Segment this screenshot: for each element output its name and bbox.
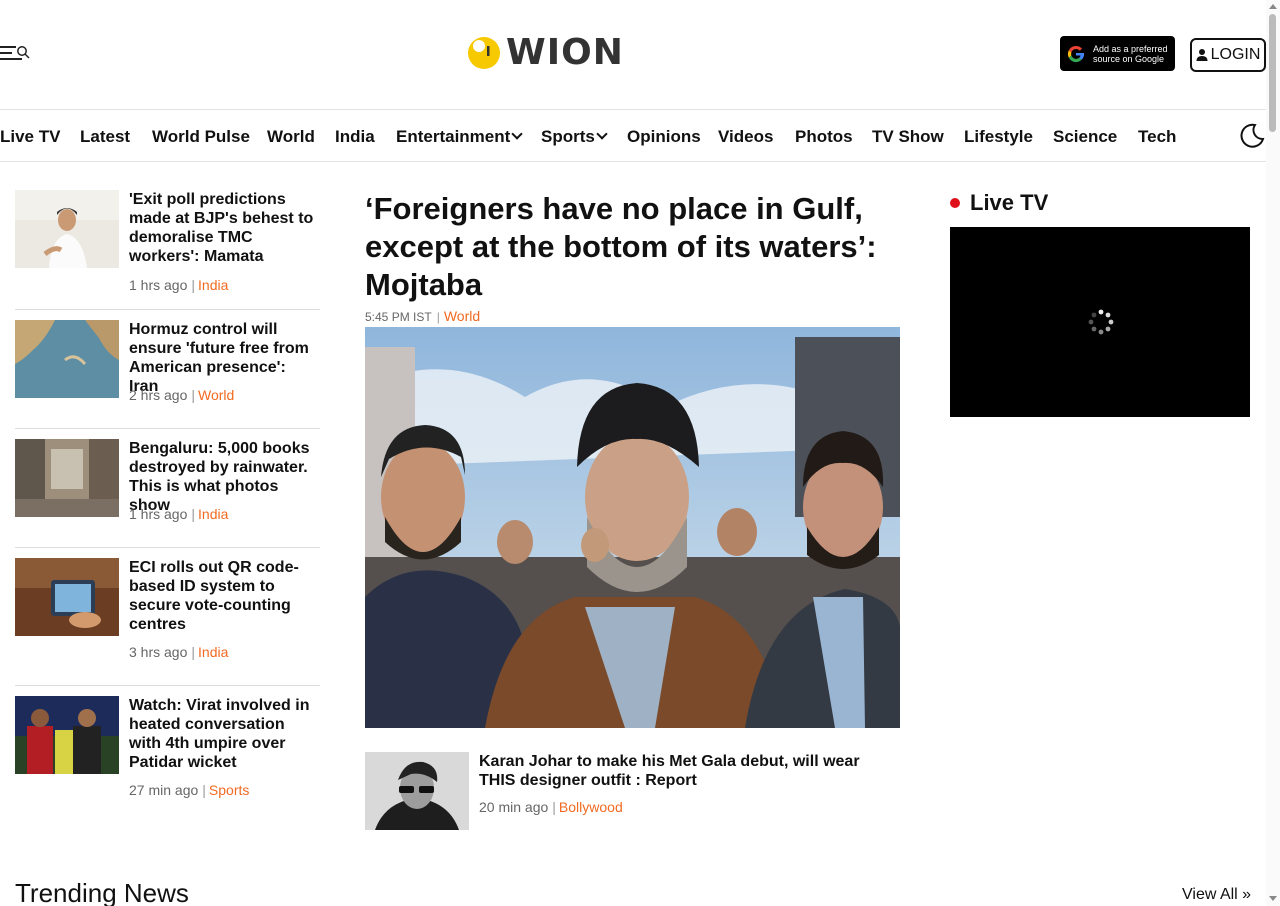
wion-logo-icon xyxy=(468,37,500,69)
sidebar-stories: 'Exit poll predictions made at BJP's beh… xyxy=(15,190,320,806)
nav-item-science[interactable]: Science xyxy=(1053,127,1117,147)
scrollbar[interactable] xyxy=(1266,0,1280,906)
login-label: LOGIN xyxy=(1210,46,1261,63)
logo-text: WION xyxy=(506,32,624,73)
story-time: 27 min ago xyxy=(129,782,199,798)
story-title[interactable]: Karan Johar to make his Met Gala debut, … xyxy=(479,752,899,790)
nav-item-world-pulse[interactable]: World Pulse xyxy=(152,127,250,147)
story-title[interactable]: Watch: Virat involved in heated conversa… xyxy=(129,696,319,772)
dark-mode-moon-icon[interactable] xyxy=(1238,122,1266,150)
trending-heading: Trending News xyxy=(15,878,189,906)
story-thumbnail[interactable] xyxy=(365,752,469,830)
story-time: 1 hrs ago xyxy=(129,506,188,522)
story-time: 3 hrs ago xyxy=(129,644,188,660)
nav-item-tech[interactable]: Tech xyxy=(1138,127,1176,147)
story-time: 20 min ago xyxy=(479,799,549,815)
story-meta: 2 hrs ago | World xyxy=(129,387,235,403)
list-item: Bengaluru: 5,000 books destroyed by rain… xyxy=(15,439,320,548)
google-icon xyxy=(1067,45,1085,62)
nav-item-videos[interactable]: Videos xyxy=(718,127,773,147)
google-badge-text: Add as a preferred source on Google xyxy=(1093,43,1168,64)
story-meta: 1 hrs ago | India xyxy=(129,506,229,522)
nav-item-tv-show[interactable]: TV Show xyxy=(872,127,944,147)
loading-spinner-icon xyxy=(1088,309,1114,335)
story-category[interactable]: India xyxy=(198,506,228,522)
live-dot-icon xyxy=(950,198,960,208)
story-title[interactable]: 'Exit poll predictions made at BJP's beh… xyxy=(129,190,319,266)
scrollbar-thumb[interactable] xyxy=(1269,14,1276,132)
nav-item-latest[interactable]: Latest xyxy=(80,127,130,147)
story-category[interactable]: Bollywood xyxy=(559,799,623,815)
story-thumbnail[interactable] xyxy=(15,320,119,398)
story-category[interactable]: India xyxy=(198,277,228,293)
menu-search-button[interactable] xyxy=(0,44,32,64)
nav-item-sports[interactable]: Sports xyxy=(541,127,608,147)
hero-image[interactable] xyxy=(365,327,900,728)
story-title[interactable]: Hormuz control will ensure 'future free … xyxy=(129,320,319,396)
story-thumbnail[interactable] xyxy=(15,190,119,268)
list-item: Hormuz control will ensure 'future free … xyxy=(15,320,320,429)
site-logo[interactable]: WION xyxy=(466,32,626,74)
story-category[interactable]: World xyxy=(198,387,234,403)
live-video-player[interactable] xyxy=(950,227,1250,417)
nav-item-sports-label: Sports xyxy=(541,127,595,146)
login-button[interactable]: LOGIN xyxy=(1190,38,1266,72)
search-icon xyxy=(17,46,30,59)
story-meta: 3 hrs ago | India xyxy=(129,644,229,660)
site-header: WION Add as a preferred source on Google… xyxy=(0,0,1266,110)
google-preferred-source-badge[interactable]: Add as a preferred source on Google xyxy=(1060,36,1175,71)
nav-item-live-tv[interactable]: Live TV xyxy=(0,127,60,147)
live-tv-heading[interactable]: Live TV xyxy=(950,190,1048,216)
story-time: 1 hrs ago xyxy=(129,277,188,293)
scroll-down-arrow-icon[interactable] xyxy=(1269,896,1277,901)
story-meta: 27 min ago | Sports xyxy=(129,782,250,798)
list-item: 'Exit poll predictions made at BJP's beh… xyxy=(15,190,320,310)
story-category[interactable]: India xyxy=(198,644,228,660)
chevron-down-icon xyxy=(596,128,608,140)
story-thumbnail[interactable] xyxy=(15,558,119,636)
user-icon xyxy=(1196,49,1208,61)
main-story: ‘Foreigners have no place in Gulf, excep… xyxy=(365,190,900,830)
headline-category[interactable]: World xyxy=(444,308,480,324)
headline-meta: 5:45 PM IST | World xyxy=(365,308,481,324)
page-title[interactable]: ‘Foreigners have no place in Gulf, excep… xyxy=(365,190,900,304)
nav-item-photos[interactable]: Photos xyxy=(795,127,853,147)
nav-item-entertainment[interactable]: Entertainment xyxy=(396,127,523,147)
story-time: 2 hrs ago xyxy=(129,387,188,403)
live-tv-title: Live TV xyxy=(970,190,1049,215)
headline-time: 5:45 PM IST xyxy=(365,310,432,324)
story-title[interactable]: ECI rolls out QR code-based ID system to… xyxy=(129,558,319,634)
hamburger-icon-line xyxy=(0,52,12,54)
main-nav: Live TV Latest World Pulse World India E… xyxy=(0,110,1266,162)
hamburger-icon xyxy=(0,46,16,48)
story-meta: 20 min ago | Bollywood xyxy=(479,799,623,815)
story-category[interactable]: Sports xyxy=(209,782,249,798)
list-item: Karan Johar to make his Met Gala debut, … xyxy=(365,752,900,830)
story-title[interactable]: Bengaluru: 5,000 books destroyed by rain… xyxy=(129,439,319,515)
list-item: Watch: Virat involved in heated conversa… xyxy=(15,696,320,806)
view-all-link[interactable]: View All » xyxy=(1182,886,1251,904)
nav-item-opinions[interactable]: Opinions xyxy=(627,127,701,147)
story-thumbnail[interactable] xyxy=(15,696,119,774)
nav-item-entertainment-label: Entertainment xyxy=(396,127,511,146)
scroll-up-arrow-icon[interactable] xyxy=(1269,4,1277,9)
list-item: ECI rolls out QR code-based ID system to… xyxy=(15,558,320,686)
chevron-down-icon xyxy=(511,128,523,140)
nav-item-world[interactable]: World xyxy=(267,127,315,147)
story-meta: 1 hrs ago | India xyxy=(129,277,229,293)
story-thumbnail[interactable] xyxy=(15,439,119,517)
nav-item-india[interactable]: India xyxy=(335,127,375,147)
nav-item-lifestyle[interactable]: Lifestyle xyxy=(964,127,1033,147)
